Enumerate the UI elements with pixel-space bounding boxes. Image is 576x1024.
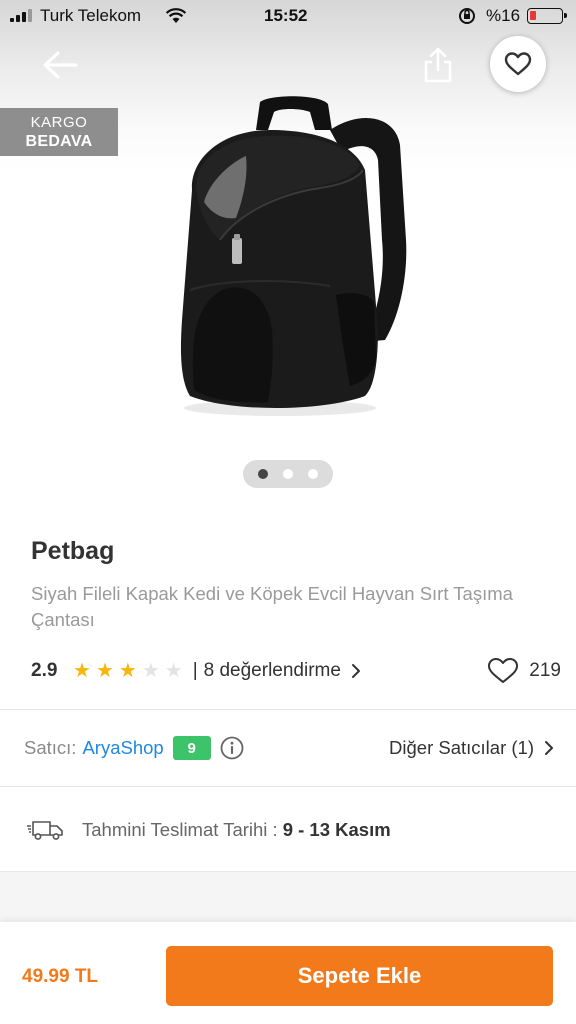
section-spacer <box>0 871 576 923</box>
brand-name[interactable]: Petbag <box>31 537 114 566</box>
pager-dot[interactable] <box>258 469 268 479</box>
heart-icon <box>488 658 519 683</box>
signal-icon <box>10 9 32 22</box>
favorite-button[interactable] <box>490 36 546 92</box>
star-icon: ★ <box>164 660 183 682</box>
favorite-count[interactable]: 219 <box>487 655 561 687</box>
status-bar: Turk Telekom 15:52 %16 <box>0 0 576 32</box>
divider <box>0 786 576 787</box>
pager-dot[interactable] <box>283 469 293 479</box>
reviews-count: 8 değerlendirme <box>203 660 341 681</box>
delivery-label: Tahmini Teslimat Tarihi : <box>82 819 278 840</box>
favorite-count-value: 219 <box>529 660 561 681</box>
seller-label: Satıcı: <box>24 737 77 758</box>
bottom-bar: 49.99 TL Sepete Ekle <box>0 922 576 1024</box>
battery-percent: %16 <box>486 6 521 25</box>
clock: 15:52 <box>264 6 308 25</box>
truck-icon <box>27 821 63 840</box>
divider <box>0 709 576 710</box>
star-icon: ★ <box>95 660 114 682</box>
chevron-right-icon <box>545 741 553 755</box>
back-arrow-icon[interactable] <box>38 47 82 83</box>
separator: | <box>192 660 198 681</box>
wifi-icon <box>165 8 187 23</box>
rating-row: 2.9 ★ ★ ★ ★ ★ | 8 değerlendirme 219 <box>31 655 561 687</box>
battery-icon <box>527 8 567 24</box>
product-image[interactable] <box>160 90 420 420</box>
heart-icon <box>504 52 532 76</box>
image-pager <box>243 460 333 488</box>
carrier-name: Turk Telekom <box>40 6 142 25</box>
delivery-row: Tahmini Teslimat Tarihi : 9 - 13 Kasım <box>27 812 391 848</box>
seller-score-badge: 9 <box>172 736 211 760</box>
price: 49.99 TL <box>22 966 99 987</box>
star-icon: ★ <box>118 660 137 682</box>
other-sellers-link[interactable]: Diğer Satıcılar (1) <box>389 730 554 766</box>
reviews-link[interactable]: | 8 değerlendirme <box>193 660 361 682</box>
badge-line-2: BEDAVA <box>25 133 93 150</box>
add-to-cart-button[interactable]: Sepete Ekle <box>166 946 553 1006</box>
other-sellers-label: Diğer Satıcılar (1) <box>389 737 534 758</box>
star-icon: ★ <box>73 660 91 682</box>
seller-name-link[interactable]: AryaShop <box>82 737 163 759</box>
delivery-date: 9 - 13 Kasım <box>282 819 391 840</box>
chevron-right-icon <box>351 664 360 678</box>
star-icon: ★ <box>141 660 160 682</box>
rotation-lock-icon <box>459 8 475 24</box>
info-icon[interactable] <box>220 736 244 760</box>
pager-dot[interactable] <box>308 469 318 479</box>
badge-line-1: KARGO <box>30 114 88 131</box>
seller-row: Satıcı: AryaShop 9 Diğer Satıcılar (1) <box>24 730 554 766</box>
star-rating: ★ ★ ★ ★ ★ <box>73 661 183 681</box>
free-shipping-badge: KARGO BEDAVA <box>0 108 118 156</box>
rating-value: 2.9 <box>31 660 58 681</box>
share-icon[interactable] <box>420 45 456 85</box>
product-title: Siyah Fileli Kapak Kedi ve Köpek Evcil H… <box>31 583 513 630</box>
